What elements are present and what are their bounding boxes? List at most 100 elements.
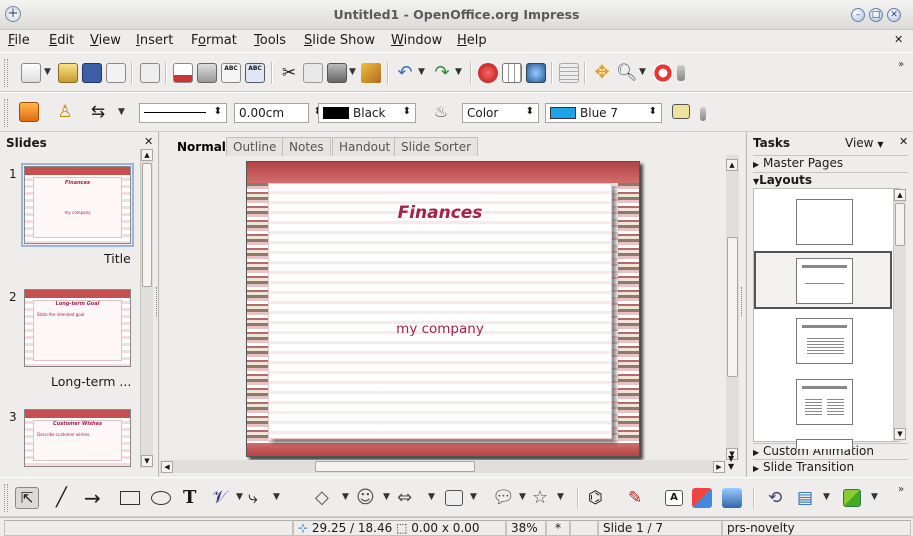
open-icon[interactable] bbox=[58, 63, 78, 83]
layout-title-content[interactable] bbox=[796, 318, 853, 364]
canvas-hscroll[interactable]: ◀ ▶ bbox=[160, 460, 726, 473]
paste-icon[interactable] bbox=[327, 63, 347, 83]
tab-notes[interactable]: Notes bbox=[282, 137, 331, 156]
flowchart-dropdown-icon[interactable]: ▼ bbox=[470, 492, 477, 502]
callouts-icon[interactable]: 💬︎ bbox=[492, 488, 515, 508]
curve-icon[interactable]: 𝒱 bbox=[212, 488, 232, 508]
scroll-down-icon[interactable]: ▼ bbox=[894, 428, 906, 440]
rectangle-icon[interactable] bbox=[120, 491, 140, 505]
scroll-up-icon[interactable]: ▲ bbox=[726, 159, 738, 171]
scroll-thumb[interactable] bbox=[727, 237, 738, 377]
rotate-icon[interactable]: ⟲ bbox=[768, 488, 788, 508]
zoom-icon[interactable]: 🔍︎ bbox=[616, 63, 638, 83]
layouts-scrollbar[interactable]: ▲ ▼ bbox=[893, 189, 906, 441]
redo-icon[interactable]: ↷ bbox=[432, 63, 452, 83]
page-up-icon[interactable]: ▼ bbox=[728, 462, 734, 471]
fontwork-icon[interactable]: ✎ bbox=[628, 488, 648, 508]
curve-dropdown-icon[interactable]: ▼ bbox=[236, 492, 243, 502]
area-style-select[interactable]: Color ⬍ bbox=[462, 103, 539, 123]
grid-icon[interactable] bbox=[559, 63, 579, 83]
close-slides-pane-icon[interactable]: ✕ bbox=[144, 135, 153, 148]
block-arrows-dropdown-icon[interactable]: ▼ bbox=[428, 492, 435, 502]
select-icon[interactable]: ⇱ bbox=[15, 487, 39, 509]
export-pdf-icon[interactable] bbox=[173, 63, 193, 83]
shadow-icon[interactable] bbox=[672, 104, 690, 119]
maximize-icon[interactable]: □ bbox=[869, 8, 883, 22]
new-document-icon[interactable] bbox=[21, 63, 41, 83]
scroll-thumb[interactable] bbox=[315, 461, 475, 472]
arrow-style-icon[interactable]: ⇆ bbox=[88, 102, 108, 122]
tab-slide-sorter[interactable]: Slide Sorter bbox=[394, 137, 479, 156]
copy-icon[interactable] bbox=[303, 63, 323, 83]
toolbar-overflow-icon[interactable] bbox=[700, 107, 706, 121]
line-tool-icon[interactable]: ╱ bbox=[56, 488, 76, 508]
slide-thumbnail[interactable]: Customer Wishes Describe customer wishes bbox=[24, 409, 131, 467]
scroll-up-icon[interactable]: ▲ bbox=[141, 149, 153, 161]
block-arrows-icon[interactable]: ⇔ bbox=[397, 488, 417, 508]
points-icon[interactable]: ⌬ bbox=[588, 488, 608, 508]
menu-slide-show[interactable]: Slide Show bbox=[304, 33, 375, 48]
layout-title-slide[interactable] bbox=[796, 258, 853, 304]
alignment-dropdown-icon[interactable]: ▼ bbox=[823, 492, 830, 502]
menu-file[interactable]: File bbox=[8, 33, 30, 48]
slide-title[interactable]: Finances bbox=[269, 203, 611, 223]
arrow-style-dropdown-icon[interactable]: ▼ bbox=[118, 107, 125, 117]
toolbar-more-icon[interactable]: » bbox=[898, 484, 904, 495]
redo-dropdown-icon[interactable]: ▼ bbox=[455, 67, 462, 77]
tasks-view-menu[interactable]: View ▼ bbox=[845, 136, 883, 150]
toolbar-grip[interactable] bbox=[4, 484, 8, 512]
slides-scrollbar[interactable]: ▲ ▼ bbox=[140, 149, 153, 468]
styles-icon[interactable] bbox=[19, 102, 39, 122]
autospellcheck-icon[interactable]: ABC bbox=[245, 63, 265, 83]
scroll-right-icon[interactable]: ▶ bbox=[713, 461, 725, 473]
paste-dropdown-icon[interactable]: ▼ bbox=[349, 67, 356, 77]
pane-splitter[interactable] bbox=[741, 287, 744, 317]
scroll-down-icon[interactable]: ▼ bbox=[141, 455, 153, 467]
line-width-field[interactable]: 0.00cm ⬍ bbox=[234, 103, 322, 123]
close-tasks-pane-icon[interactable]: ✕ bbox=[899, 135, 908, 148]
slide-thumbnail[interactable]: Finances my company bbox=[21, 163, 134, 247]
symbol-shapes-dropdown-icon[interactable]: ▼ bbox=[383, 492, 390, 502]
menu-format[interactable]: Format bbox=[191, 33, 237, 48]
line-style-select[interactable]: ⬍ bbox=[139, 103, 227, 123]
toolbar-grip[interactable] bbox=[4, 99, 8, 127]
layout-two-content[interactable] bbox=[796, 379, 853, 425]
symbol-shapes-icon[interactable]: ☺ bbox=[356, 488, 376, 508]
menu-tools[interactable]: Tools bbox=[254, 33, 286, 48]
from-file-icon[interactable]: A bbox=[665, 490, 683, 506]
status-master[interactable]: prs-novelty bbox=[722, 520, 911, 536]
clone-formatting-icon[interactable] bbox=[361, 63, 381, 83]
layout-more[interactable] bbox=[796, 439, 853, 449]
stars-icon[interactable]: ☆ bbox=[532, 488, 552, 508]
area-color-select[interactable]: Blue 7 ⬍ bbox=[545, 103, 662, 123]
slide-subtitle[interactable]: my company bbox=[269, 321, 611, 337]
toolbar-overflow-icon[interactable] bbox=[677, 65, 685, 81]
email-icon[interactable] bbox=[106, 63, 126, 83]
stars-dropdown-icon[interactable]: ▼ bbox=[557, 492, 564, 502]
toolbar-more-icon[interactable]: » bbox=[898, 59, 904, 70]
help-icon[interactable] bbox=[653, 63, 673, 83]
section-layouts[interactable]: ▼Layouts bbox=[753, 172, 908, 188]
toolbar-grip[interactable] bbox=[4, 59, 8, 87]
zoom-dropdown-icon[interactable]: ▼ bbox=[639, 67, 646, 77]
extrusion-icon[interactable] bbox=[722, 488, 742, 508]
pane-splitter[interactable] bbox=[156, 287, 159, 317]
tab-normal[interactable]: Normal bbox=[170, 137, 233, 156]
chart-icon[interactable] bbox=[478, 63, 498, 83]
connector-dropdown-icon[interactable]: ▼ bbox=[273, 492, 280, 502]
line-color-select[interactable]: Black ⬍ bbox=[318, 103, 416, 123]
menu-help[interactable]: Help bbox=[457, 33, 487, 48]
gallery-icon[interactable] bbox=[692, 488, 712, 508]
print-icon[interactable] bbox=[197, 63, 217, 83]
undo-dropdown-icon[interactable]: ▼ bbox=[418, 67, 425, 77]
new-dropdown-icon[interactable]: ▼ bbox=[44, 67, 51, 77]
save-icon[interactable] bbox=[82, 63, 102, 83]
area-icon[interactable]: ♨ bbox=[431, 102, 451, 122]
menu-edit[interactable]: Edit bbox=[49, 33, 74, 48]
canvas-vscroll[interactable]: ▲ ▼ bbox=[726, 155, 739, 460]
arrange-icon[interactable] bbox=[843, 489, 861, 507]
alignment-icon[interactable]: ▤ bbox=[797, 488, 817, 508]
scroll-left-icon[interactable]: ◀ bbox=[161, 461, 173, 473]
scroll-thumb[interactable] bbox=[142, 163, 152, 287]
flowchart-icon[interactable] bbox=[445, 490, 463, 506]
